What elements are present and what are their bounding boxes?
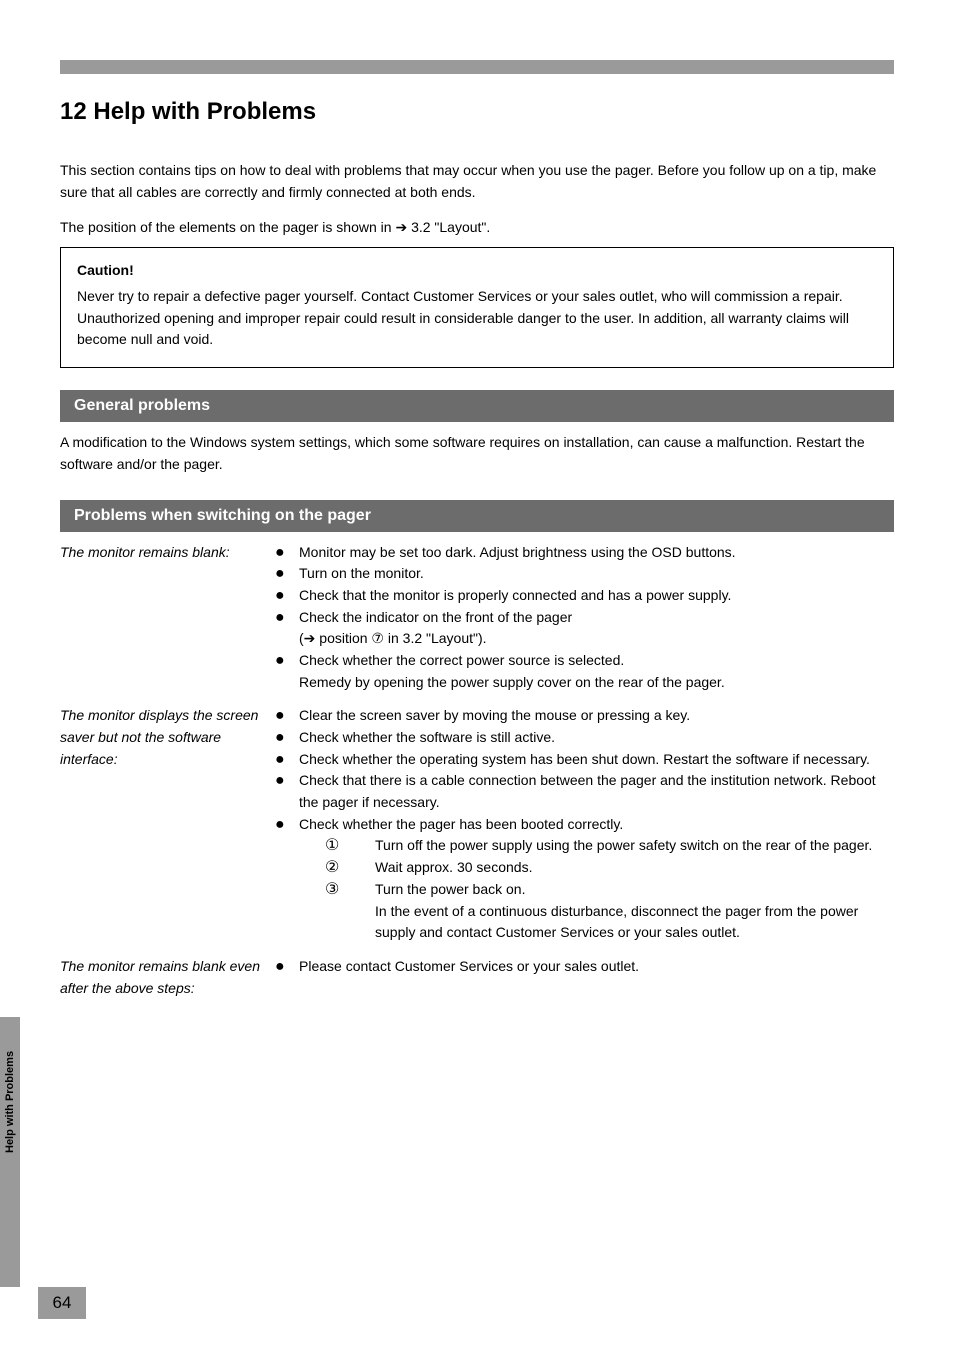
list-item: ● Monitor may be set too dark. Adjust br… [275, 542, 894, 564]
arrow-right-icon: ➔ [395, 219, 407, 235]
table-row: The monitor remains blank: ● Monitor may… [60, 542, 894, 706]
row-label: The monitor displays the screen saver bu… [60, 705, 275, 956]
circled-number-icon: ② [325, 857, 375, 879]
bullet-icon: ● [275, 585, 299, 607]
table-row: The monitor remains blank even after the… [60, 956, 894, 1011]
circled-number-icon: ③ [325, 879, 375, 944]
chapter-heading: 12 Help with Problems [60, 98, 894, 126]
row-label: The monitor remains blank: [60, 542, 275, 706]
bullet-icon: ● [275, 770, 299, 813]
list-item: ● Check whether the operating system has… [275, 749, 894, 771]
section-body-general: A modification to the Windows system set… [60, 432, 894, 475]
list-item: ● Please contact Customer Services or yo… [275, 956, 894, 978]
section-heading-switchon: Problems when switching on the pager [60, 500, 894, 532]
xref-ref: 3.2 "Layout". [411, 219, 490, 235]
bullet-icon: ● [275, 727, 299, 749]
circled-number-icon: ① [325, 835, 375, 857]
bullet-icon: ● [275, 956, 299, 978]
list-item: ● Check that there is a cable connection… [275, 770, 894, 813]
step-item: ③ Turn the power back on. In the event o… [325, 879, 894, 944]
step-item: ① Turn off the power supply using the po… [325, 835, 894, 857]
list-item: ● Check whether the software is still ac… [275, 727, 894, 749]
page-number: 64 [38, 1287, 86, 1319]
troubleshoot-table: The monitor remains blank: ● Monitor may… [60, 542, 894, 1012]
side-tab-label: Help with Problems [4, 1137, 16, 1153]
table-row: The monitor displays the screen saver bu… [60, 705, 894, 956]
list-item: ● Turn on the monitor. [275, 563, 894, 585]
caution-body: Never try to repair a defective pager yo… [77, 286, 877, 351]
list-item: ● Check whether the correct power source… [275, 650, 894, 693]
header-rule [60, 60, 894, 74]
step-item: ② Wait approx. 30 seconds. [325, 857, 894, 879]
list-item: ● Check whether the pager has been boote… [275, 814, 894, 836]
bullet-icon: ● [275, 563, 299, 585]
bullet-icon: ● [275, 607, 299, 650]
bullet-icon: ● [275, 749, 299, 771]
caution-box: Caution! Never try to repair a defective… [60, 247, 894, 368]
list-item: ● Check the indicator on the front of th… [275, 607, 894, 650]
list-item: ● Check that the monitor is properly con… [275, 585, 894, 607]
bullet-icon: ● [275, 650, 299, 693]
xref-pretext: The position of the elements on the page… [60, 219, 395, 235]
bullet-icon: ● [275, 814, 299, 836]
caution-title: Caution! [77, 262, 877, 278]
row-label: The monitor remains blank even after the… [60, 956, 275, 1011]
cross-reference: The position of the elements on the page… [60, 217, 894, 239]
section-heading-general: General problems [60, 390, 894, 422]
list-item: ● Clear the screen saver by moving the m… [275, 705, 894, 727]
bullet-icon: ● [275, 705, 299, 727]
intro-paragraph: This section contains tips on how to dea… [60, 160, 894, 203]
bullet-icon: ● [275, 542, 299, 564]
